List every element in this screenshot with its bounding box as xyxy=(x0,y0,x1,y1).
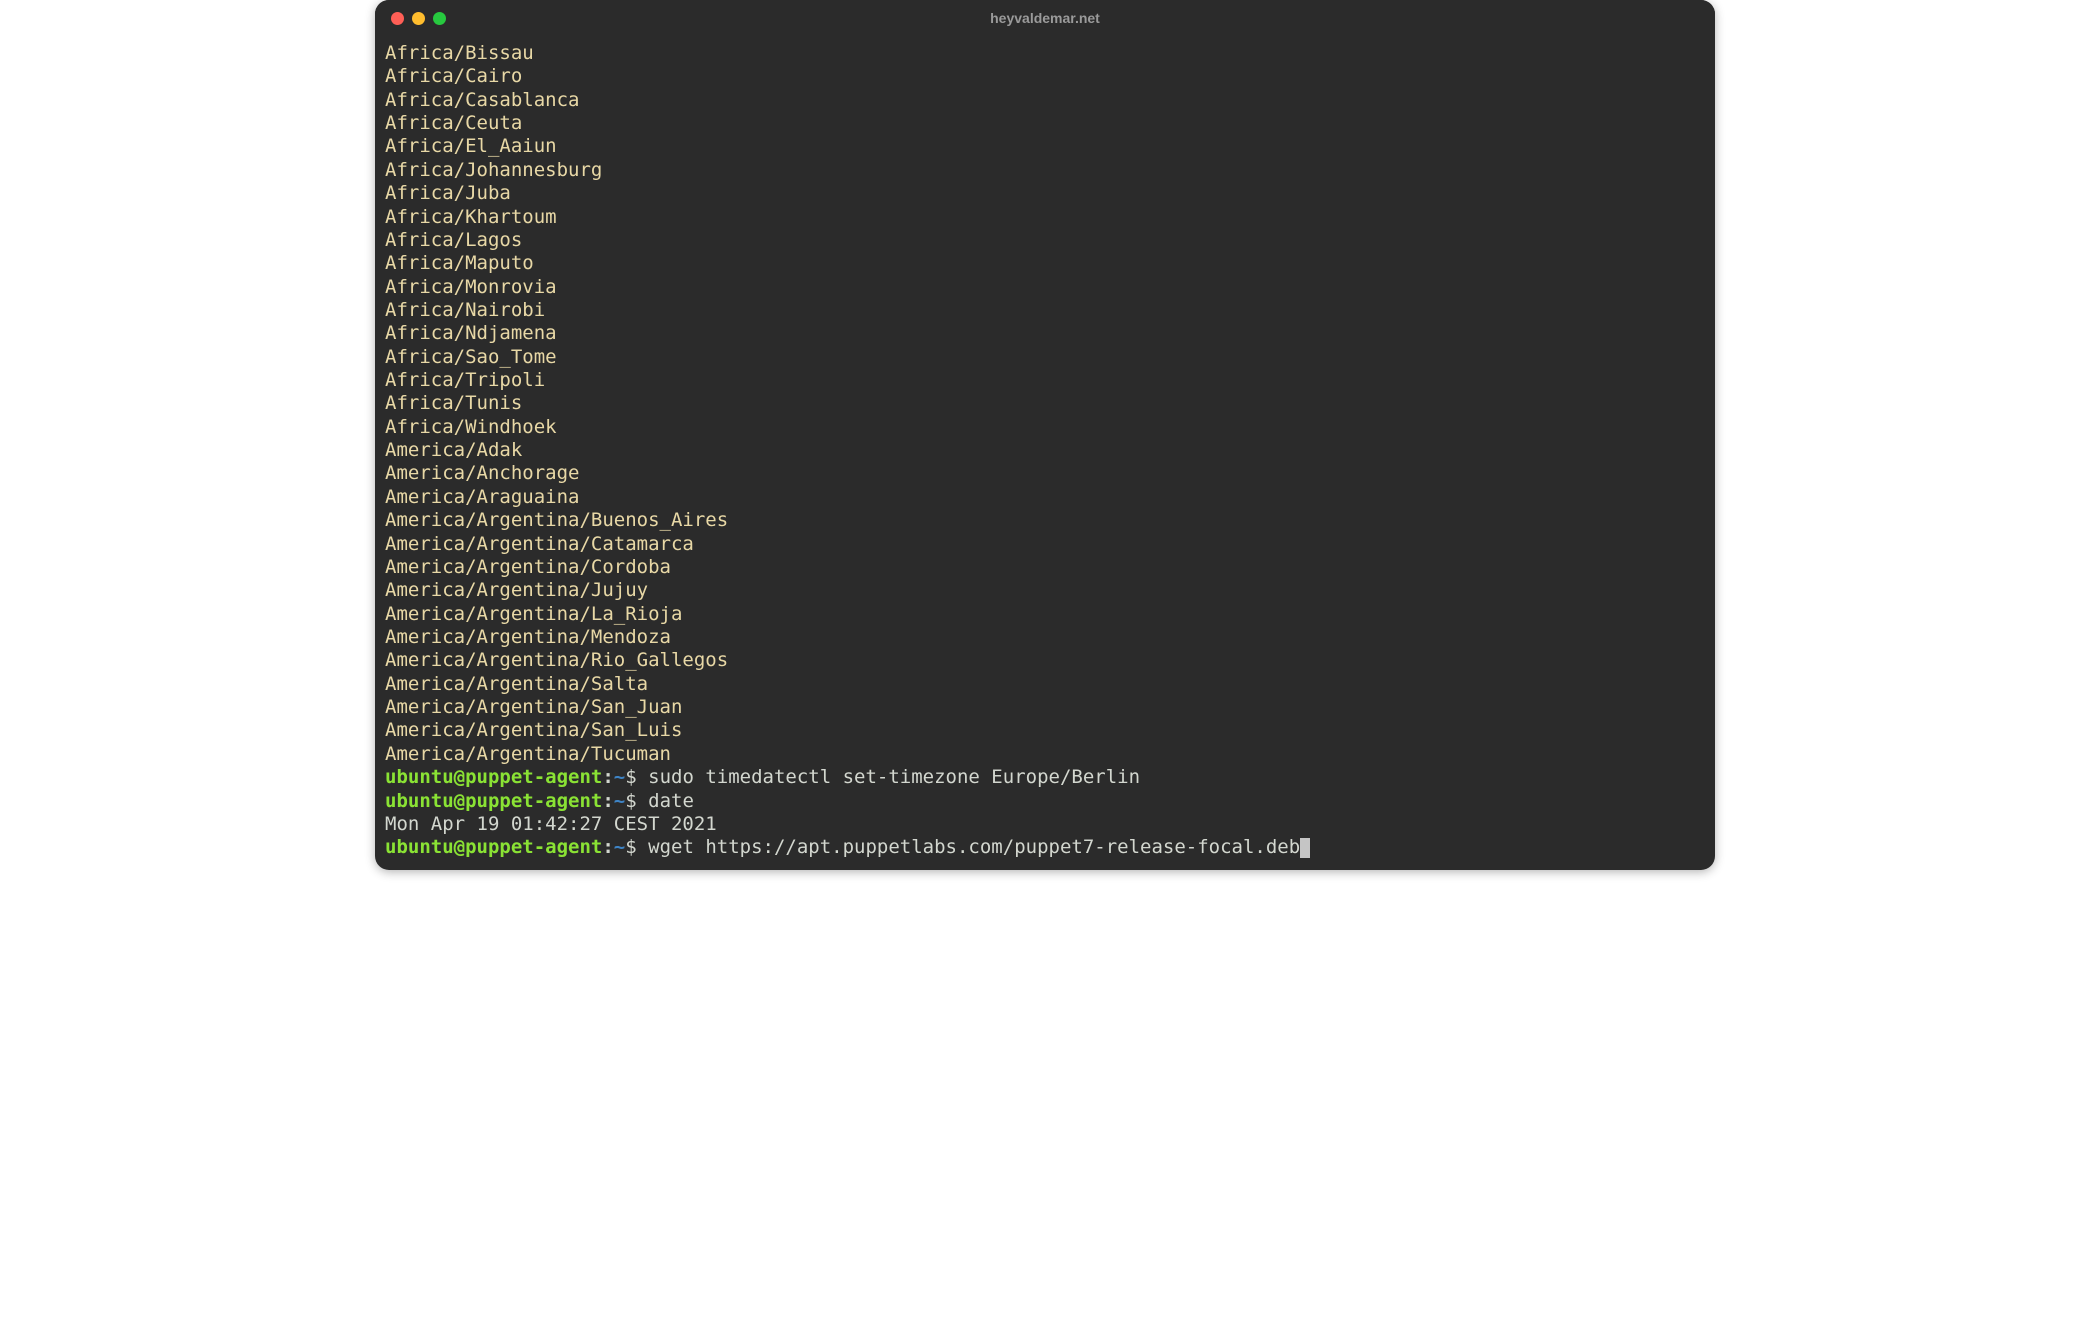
prompt-line: ubuntu@puppet-agent:~$ sudo timedatectl … xyxy=(385,766,1705,789)
output-line: Africa/El_Aaiun xyxy=(385,135,1705,158)
output-line: America/Argentina/Jujuy xyxy=(385,579,1705,602)
output-line: Africa/Sao_Tome xyxy=(385,346,1705,369)
output-line: Africa/Ceuta xyxy=(385,112,1705,135)
maximize-icon[interactable] xyxy=(433,12,446,25)
titlebar: heyvaldemar.net xyxy=(375,0,1715,36)
output-line: Africa/Tunis xyxy=(385,392,1705,415)
output-line: Africa/Casablanca xyxy=(385,89,1705,112)
close-icon[interactable] xyxy=(391,12,404,25)
minimize-icon[interactable] xyxy=(412,12,425,25)
output-line: America/Argentina/Tucuman xyxy=(385,743,1705,766)
output-line: America/Argentina/San_Juan xyxy=(385,696,1705,719)
output-line: America/Araguaina xyxy=(385,486,1705,509)
prompt-line: ubuntu@puppet-agent:~$ wget https://apt.… xyxy=(385,836,1705,859)
prompt-colon: : xyxy=(602,790,613,812)
prompt-colon: : xyxy=(602,836,613,858)
output-line: Africa/Tripoli xyxy=(385,369,1705,392)
output-line: America/Argentina/San_Luis xyxy=(385,719,1705,742)
output-line: America/Argentina/Buenos_Aires xyxy=(385,509,1705,532)
cursor-icon xyxy=(1300,838,1310,858)
output-line: Africa/Ndjamena xyxy=(385,322,1705,345)
output-line: America/Anchorage xyxy=(385,462,1705,485)
prompt-user: ubuntu@puppet-agent xyxy=(385,766,602,788)
output-line: Africa/Cairo xyxy=(385,65,1705,88)
output-line: Africa/Juba xyxy=(385,182,1705,205)
window-title: heyvaldemar.net xyxy=(375,10,1715,26)
prompt-dollar: $ xyxy=(625,766,648,788)
traffic-lights xyxy=(391,12,446,25)
output-line: Africa/Lagos xyxy=(385,229,1705,252)
prompt-user: ubuntu@puppet-agent xyxy=(385,836,602,858)
prompt-user: ubuntu@puppet-agent xyxy=(385,790,602,812)
terminal-output[interactable]: Africa/BissauAfrica/CairoAfrica/Casablan… xyxy=(375,36,1715,870)
output-line: America/Argentina/Catamarca xyxy=(385,533,1705,556)
prompt-path: ~ xyxy=(614,790,625,812)
output-line: America/Argentina/Rio_Gallegos xyxy=(385,649,1705,672)
output-line: America/Argentina/Cordoba xyxy=(385,556,1705,579)
output-line: America/Argentina/La_Rioja xyxy=(385,603,1705,626)
prompt-dollar: $ xyxy=(625,790,648,812)
prompt-path: ~ xyxy=(614,836,625,858)
output-line: America/Adak xyxy=(385,439,1705,462)
output-line: America/Argentina/Salta xyxy=(385,673,1705,696)
output-line: America/Argentina/Mendoza xyxy=(385,626,1705,649)
output-line: Africa/Johannesburg xyxy=(385,159,1705,182)
terminal-window: heyvaldemar.net Africa/BissauAfrica/Cair… xyxy=(375,0,1715,870)
prompt-line: ubuntu@puppet-agent:~$ date xyxy=(385,790,1705,813)
output-line: Africa/Monrovia xyxy=(385,276,1705,299)
command-text: date xyxy=(648,790,694,812)
date-output: Mon Apr 19 01:42:27 CEST 2021 xyxy=(385,813,1705,836)
prompt-colon: : xyxy=(602,766,613,788)
output-line: Africa/Windhoek xyxy=(385,416,1705,439)
prompt-dollar: $ xyxy=(625,836,648,858)
output-line: Africa/Maputo xyxy=(385,252,1705,275)
output-line: Africa/Nairobi xyxy=(385,299,1705,322)
prompt-path: ~ xyxy=(614,766,625,788)
output-line: Africa/Bissau xyxy=(385,42,1705,65)
output-line: Africa/Khartoum xyxy=(385,206,1705,229)
command-text: sudo timedatectl set-timezone Europe/Ber… xyxy=(648,766,1140,788)
command-text: wget https://apt.puppetlabs.com/puppet7-… xyxy=(648,836,1300,858)
